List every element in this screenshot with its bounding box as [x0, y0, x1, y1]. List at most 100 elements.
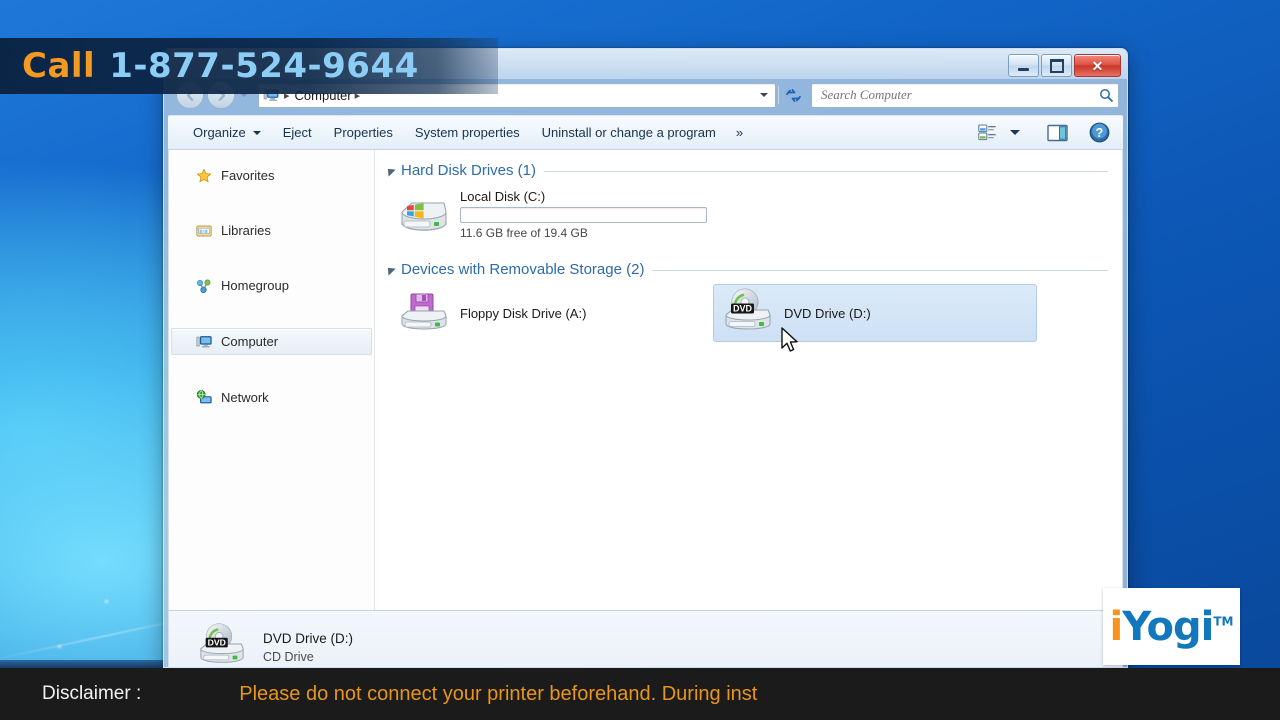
drive-name: Local Disk (C:)	[460, 188, 546, 204]
drive-tile-local-disk-c[interactable]: Local Disk (C:) 11.6 GB free of 19.4 GB	[389, 185, 739, 243]
window-body: Favorites Libraries Homegroup Computer N…	[168, 150, 1123, 610]
properties-label: Properties	[333, 125, 393, 140]
help-icon: ?	[1089, 122, 1110, 143]
group-header-removable-storage[interactable]: Devices with Removable Storage (2)	[375, 261, 1122, 278]
iyogi-logo: iYogiTM	[1103, 588, 1240, 665]
call-label: Call	[22, 46, 96, 86]
command-overflow-button[interactable]: »	[727, 121, 751, 144]
group-divider	[544, 171, 1108, 172]
chevron-down-icon	[760, 93, 768, 97]
sidebar-item-label: Libraries	[221, 223, 271, 238]
drive-tile-floppy-disk-a[interactable]: Floppy Disk Drive (A:)	[389, 284, 713, 342]
disclaimer-ticker-text: Please do not connect your printer befor…	[239, 682, 758, 705]
close-button[interactable]: ✕	[1074, 54, 1121, 77]
drive-name: DVD Drive (D:)	[784, 305, 871, 321]
eject-button[interactable]: Eject	[272, 121, 323, 144]
chevron-down-icon	[252, 130, 261, 135]
phone-number: 1-877-524-9644	[109, 46, 419, 86]
command-bar: Organize Eject Properties System propert…	[168, 115, 1123, 150]
taskbar-sliver	[0, 660, 163, 668]
explorer-window: ✕ ▸ Computer ▸ Search Computer Organize …	[163, 48, 1128, 668]
sidebar-item-libraries[interactable]: Libraries	[171, 218, 372, 243]
organize-button[interactable]: Organize	[182, 121, 272, 144]
screen: ✕ ▸ Computer ▸ Search Computer Organize …	[0, 0, 1280, 720]
sidebar-item-label: Network	[221, 390, 269, 405]
file-list-pane[interactable]: Hard Disk Drives (1) Local Disk (C:) 11.…	[375, 150, 1122, 610]
wallpaper-sparkle	[105, 600, 108, 603]
minimize-icon	[1018, 67, 1029, 71]
preview-pane-icon	[1047, 124, 1068, 141]
floppy-drive-icon	[398, 289, 450, 338]
star-icon	[196, 168, 212, 184]
sidebar-item-label: Computer	[221, 334, 279, 349]
system-properties-label: System properties	[414, 125, 520, 140]
collapse-triangle-icon[interactable]	[384, 263, 396, 276]
logo-i: i	[1109, 603, 1124, 650]
disclaimer-bar: Disclaimer : Please do not connect your …	[0, 668, 1280, 720]
change-view-dropdown-button[interactable]	[1005, 127, 1025, 138]
drive-info-local-disk-c: Local Disk (C:) 11.6 GB free of 19.4 GB	[460, 189, 707, 240]
hard-drive-icon	[398, 190, 450, 239]
search-icon	[1100, 88, 1113, 102]
details-title: DVD Drive (D:)	[263, 631, 353, 646]
logo-text: iYogiTM	[1110, 607, 1234, 647]
sidebar-item-network[interactable]: Network	[171, 385, 372, 410]
details-subtitle: CD Drive	[263, 650, 314, 664]
minimize-button[interactable]	[1008, 54, 1039, 77]
command-bar-right-group: ?	[973, 119, 1115, 146]
disclaimer-label: Disclaimer :	[42, 683, 142, 704]
sidebar-item-label: Homegroup	[221, 278, 289, 293]
search-box[interactable]	[811, 82, 1119, 108]
dvd-drive-icon: DVD	[197, 622, 247, 667]
group-items-removable-storage: Floppy Disk Drive (A:) DVD DVD Drive (D:…	[375, 284, 1122, 342]
call-banner-overlay: Call 1-877-524-9644	[0, 38, 498, 94]
computer-icon	[196, 334, 212, 350]
uninstall-label: Uninstall or change a program	[541, 125, 716, 140]
capacity-label: 11.6 GB free of 19.4 GB	[460, 225, 588, 240]
logo-yogi: Yogi	[1122, 603, 1214, 650]
sidebar-item-computer[interactable]: Computer	[171, 328, 372, 355]
collapse-triangle-icon[interactable]	[384, 164, 396, 177]
logo-trademark: TM	[1213, 614, 1234, 629]
preview-pane-button[interactable]	[1042, 121, 1073, 145]
chevron-down-icon	[1010, 130, 1020, 135]
mouse-cursor	[781, 327, 798, 352]
sidebar-item-label: Favorites	[221, 168, 275, 183]
group-items-hard-disk-drives: Local Disk (C:) 11.6 GB free of 19.4 GB	[375, 185, 1122, 243]
details-pane: DVD DVD Drive (D:) CD Drive	[168, 610, 1123, 667]
group-header-hard-disk-drives[interactable]: Hard Disk Drives (1)	[375, 162, 1122, 179]
organize-label: Organize	[193, 125, 246, 140]
svg-text:?: ?	[1096, 126, 1104, 140]
help-button[interactable]: ?	[1084, 119, 1115, 146]
group-divider	[652, 270, 1108, 271]
group-title: Hard Disk Drives (1)	[401, 162, 537, 179]
change-view-icon	[978, 124, 996, 141]
window-controls: ✕	[1008, 54, 1121, 77]
drive-tile-dvd-drive-d[interactable]: DVD DVD Drive (D:)	[713, 284, 1037, 342]
address-dropdown-button[interactable]	[755, 85, 773, 106]
maximize-button[interactable]	[1041, 54, 1072, 77]
details-text: DVD Drive (D:) CD Drive	[263, 631, 353, 664]
maximize-icon	[1049, 58, 1064, 73]
change-view-button[interactable]	[973, 121, 1002, 144]
system-properties-button[interactable]: System properties	[404, 121, 531, 144]
homegroup-icon	[196, 278, 212, 294]
uninstall-or-change-program-button[interactable]: Uninstall or change a program	[531, 121, 727, 144]
search-input[interactable]	[819, 86, 1099, 104]
sidebar-item-favorites[interactable]: Favorites	[171, 163, 372, 188]
library-folder-icon	[196, 223, 212, 239]
svg-text:DVD: DVD	[208, 637, 226, 647]
dvd-drive-icon: DVD	[722, 288, 774, 339]
sidebar-item-homegroup[interactable]: Homegroup	[171, 273, 372, 298]
wallpaper-sparkle	[58, 645, 61, 648]
close-icon: ✕	[1091, 57, 1104, 74]
network-globe-icon	[196, 389, 212, 406]
svg-text:DVD: DVD	[733, 303, 753, 313]
eject-label: Eject	[282, 125, 312, 140]
refresh-icon	[785, 88, 801, 102]
properties-button[interactable]: Properties	[323, 121, 404, 144]
group-title: Devices with Removable Storage (2)	[401, 261, 645, 278]
drive-name: Floppy Disk Drive (A:)	[460, 305, 587, 321]
refresh-button[interactable]	[781, 84, 805, 107]
capacity-bar	[460, 206, 707, 223]
